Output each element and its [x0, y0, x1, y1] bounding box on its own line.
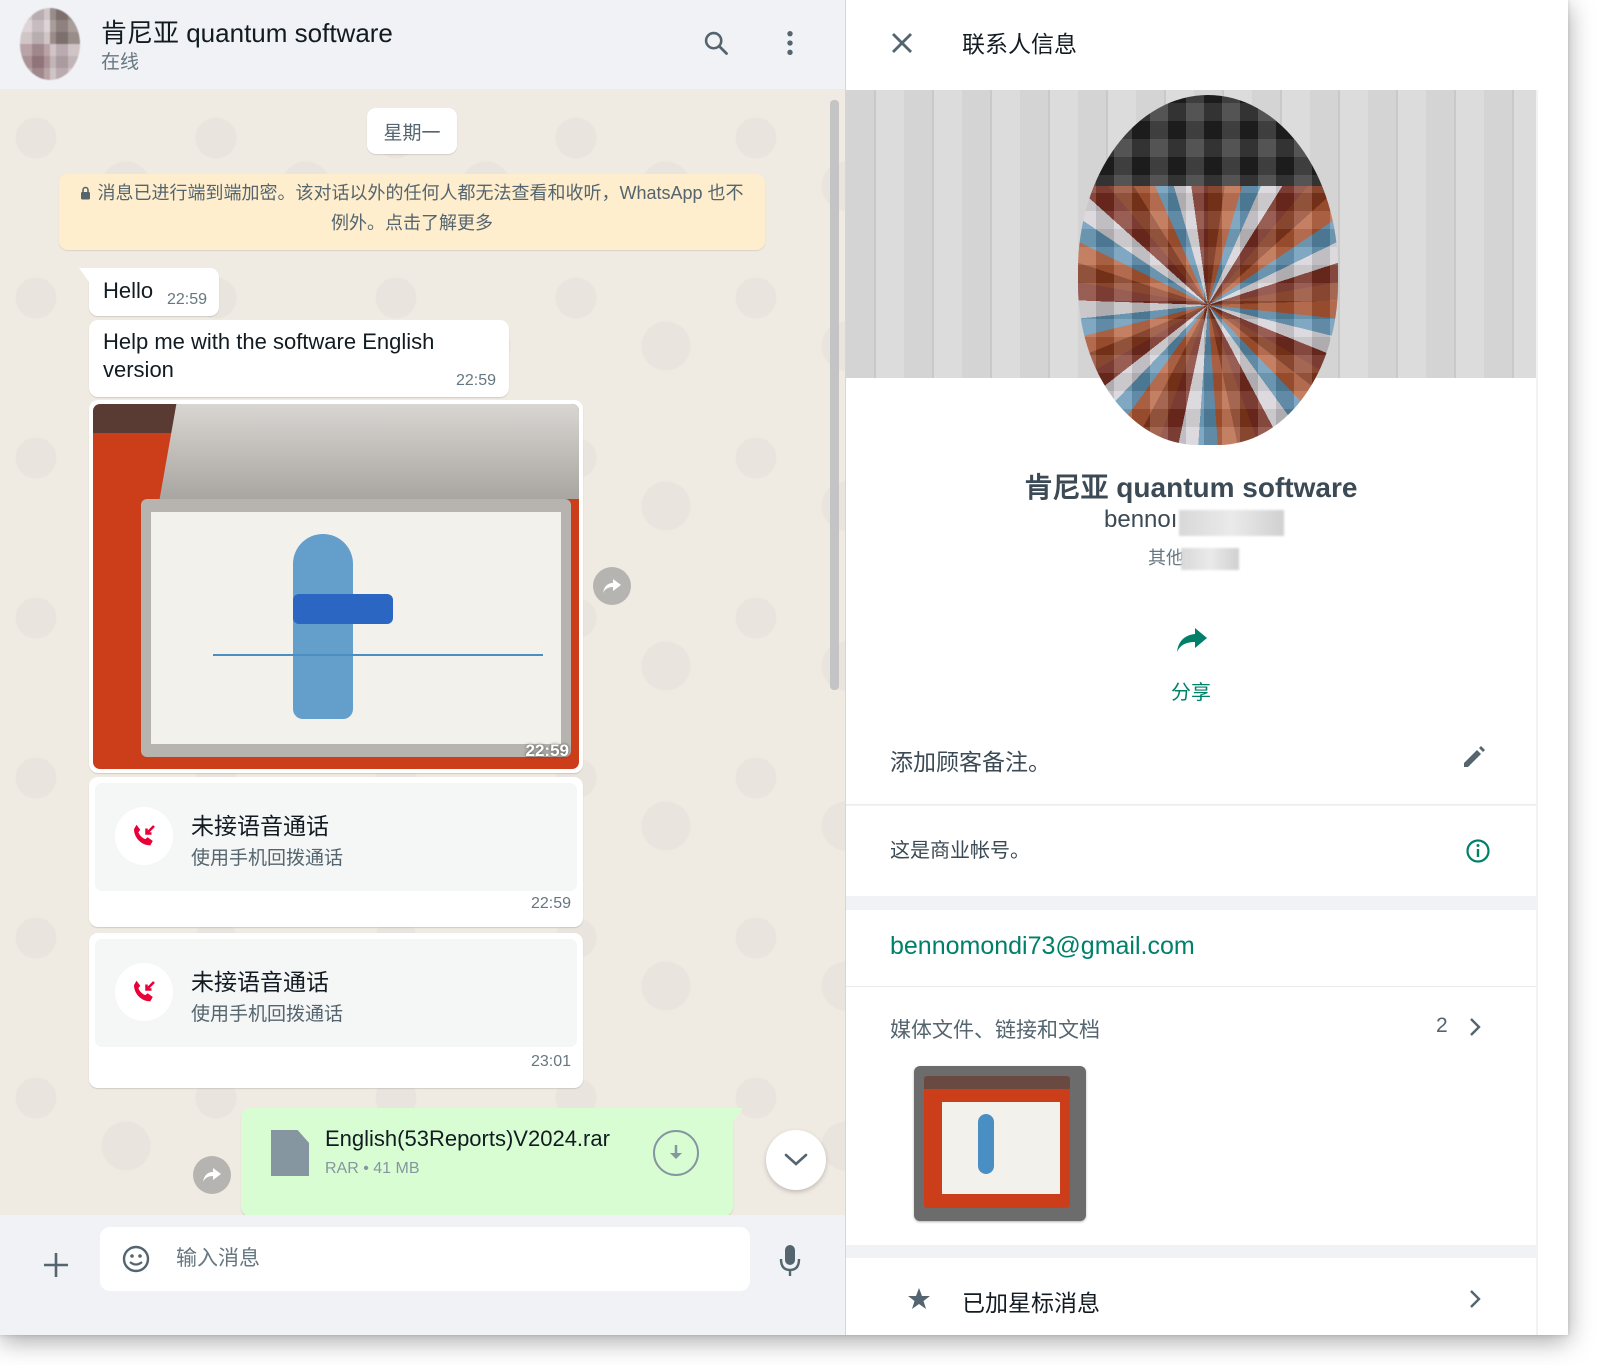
file-name: English(53Reports)V2024.rar: [325, 1126, 610, 1151]
contact-name: 肯尼亚 quantum software: [1024, 472, 1358, 503]
starred-messages-label: 已加星标消息: [962, 1290, 1100, 1316]
call-title: 未接语音通话: [191, 813, 329, 839]
chevron-right-icon[interactable]: [1468, 1016, 1482, 1043]
forward-icon[interactable]: [593, 567, 631, 605]
redacted-text: [1179, 510, 1284, 536]
media-count: 2: [1436, 1014, 1448, 1037]
message-input[interactable]: [100, 1227, 750, 1291]
business-account-label: 这是商业帐号。: [890, 840, 1030, 862]
chat-title[interactable]: 肯尼亚 quantum software: [101, 13, 393, 50]
attach-button[interactable]: [36, 1245, 76, 1285]
composer-bar: [0, 1215, 845, 1335]
business-account-row[interactable]: 这是商业帐号。: [846, 806, 1536, 896]
date-chip: 星期一: [367, 108, 457, 154]
message-text: Help me with the software English versio…: [103, 329, 435, 382]
share-icon: [1175, 626, 1209, 659]
lock-icon: [80, 179, 91, 200]
image-message[interactable]: 22:59: [89, 400, 583, 773]
divider: [846, 986, 1536, 987]
info-title: 联系人信息: [962, 31, 1077, 57]
document-icon: [271, 1130, 309, 1176]
share-button[interactable]: 分享: [1151, 618, 1231, 708]
contact-info-pane: 联系人信息 肯尼亚 quantum software bennoı 其他 分享 …: [845, 0, 1538, 1335]
message-time: 22:59: [531, 895, 572, 912]
edit-pencil-icon[interactable]: [1460, 743, 1488, 776]
message-photo[interactable]: 22:59: [93, 404, 579, 769]
media-link[interactable]: 媒体文件、链接和文档: [890, 1014, 1100, 1044]
avatar[interactable]: [20, 8, 80, 80]
star-icon: [906, 1286, 932, 1317]
message-text: Hello: [103, 278, 154, 303]
missed-call-message[interactable]: 未接语音通话 使用手机回拨通话 22:59: [89, 777, 583, 927]
encryption-notice[interactable]: 消息已进行端到端加密。该对话以外的任何人都无法查看和收听，WhatsApp 也不…: [59, 174, 765, 250]
search-icon[interactable]: [699, 26, 733, 60]
message-bubble[interactable]: Help me with the software English versio…: [89, 320, 509, 397]
encryption-notice-text: 消息已进行端到端加密。该对话以外的任何人都无法查看和收听，WhatsApp 也不…: [97, 183, 744, 233]
message-time: 22:59: [525, 741, 569, 760]
scrollbar[interactable]: [830, 100, 839, 690]
sticker-icon[interactable]: [118, 1241, 154, 1277]
missed-call-icon: [115, 963, 173, 1021]
message-time: 23:01: [531, 1053, 572, 1070]
info-header: 联系人信息: [846, 0, 1538, 90]
file-meta: RAR • 41 MB: [325, 1160, 420, 1177]
more-vertical-icon[interactable]: [773, 26, 807, 60]
media-thumbnail[interactable]: [914, 1066, 1086, 1221]
download-button[interactable]: [653, 1130, 699, 1176]
missed-call-icon: [115, 807, 173, 865]
customer-note-row[interactable]: 添加顾客备注。: [846, 715, 1536, 805]
chat-pane: 肯尼亚 quantum software 在线 星期一 消息已进行端到端加密。该…: [0, 0, 845, 1335]
contact-email[interactable]: bennomondi73@gmail.com: [890, 932, 1195, 961]
close-icon[interactable]: [884, 25, 920, 61]
redacted-text: [1181, 548, 1239, 570]
chat-status: 在线: [101, 52, 140, 73]
share-label: 分享: [1171, 682, 1211, 704]
info-icon[interactable]: [1465, 838, 1491, 869]
call-title: 未接语音通话: [191, 969, 329, 995]
forward-icon[interactable]: [193, 1156, 231, 1194]
contact-phone: bennoı: [1104, 506, 1178, 533]
microphone-icon[interactable]: [772, 1241, 808, 1281]
call-subtitle: 使用手机回拨通话: [191, 848, 344, 869]
message-bubble[interactable]: Hello 22:59: [79, 268, 219, 316]
profile-photo[interactable]: [1078, 95, 1338, 445]
message-time: 22:59: [456, 372, 497, 389]
whatsapp-window: 肯尼亚 quantum software 在线 星期一 消息已进行端到端加密。该…: [0, 0, 1568, 1335]
customer-note-label: 添加顾客备注。: [890, 749, 1051, 775]
starred-messages-row[interactable]: 已加星标消息: [846, 1258, 1536, 1335]
media-section: bennomondi73@gmail.com 媒体文件、链接和文档 2: [846, 910, 1536, 1245]
contact-label: 其他: [1148, 548, 1184, 568]
call-subtitle: 使用手机回拨通话: [191, 1004, 344, 1025]
chat-header[interactable]: 肯尼亚 quantum software 在线: [0, 0, 845, 90]
scroll-to-bottom-button[interactable]: [766, 1130, 826, 1190]
message-time: 22:59: [167, 291, 208, 308]
file-message[interactable]: English(53Reports)V2024.rar RAR • 41 MB: [241, 1108, 743, 1216]
chevron-right-icon[interactable]: [1468, 1288, 1482, 1315]
missed-call-message[interactable]: 未接语音通话 使用手机回拨通话 23:01: [89, 933, 583, 1088]
message-list[interactable]: 星期一 消息已进行端到端加密。该对话以外的任何人都无法查看和收听，WhatsAp…: [0, 90, 845, 1216]
profile-card: 肯尼亚 quantum software bennoı 其他 分享: [846, 90, 1536, 730]
